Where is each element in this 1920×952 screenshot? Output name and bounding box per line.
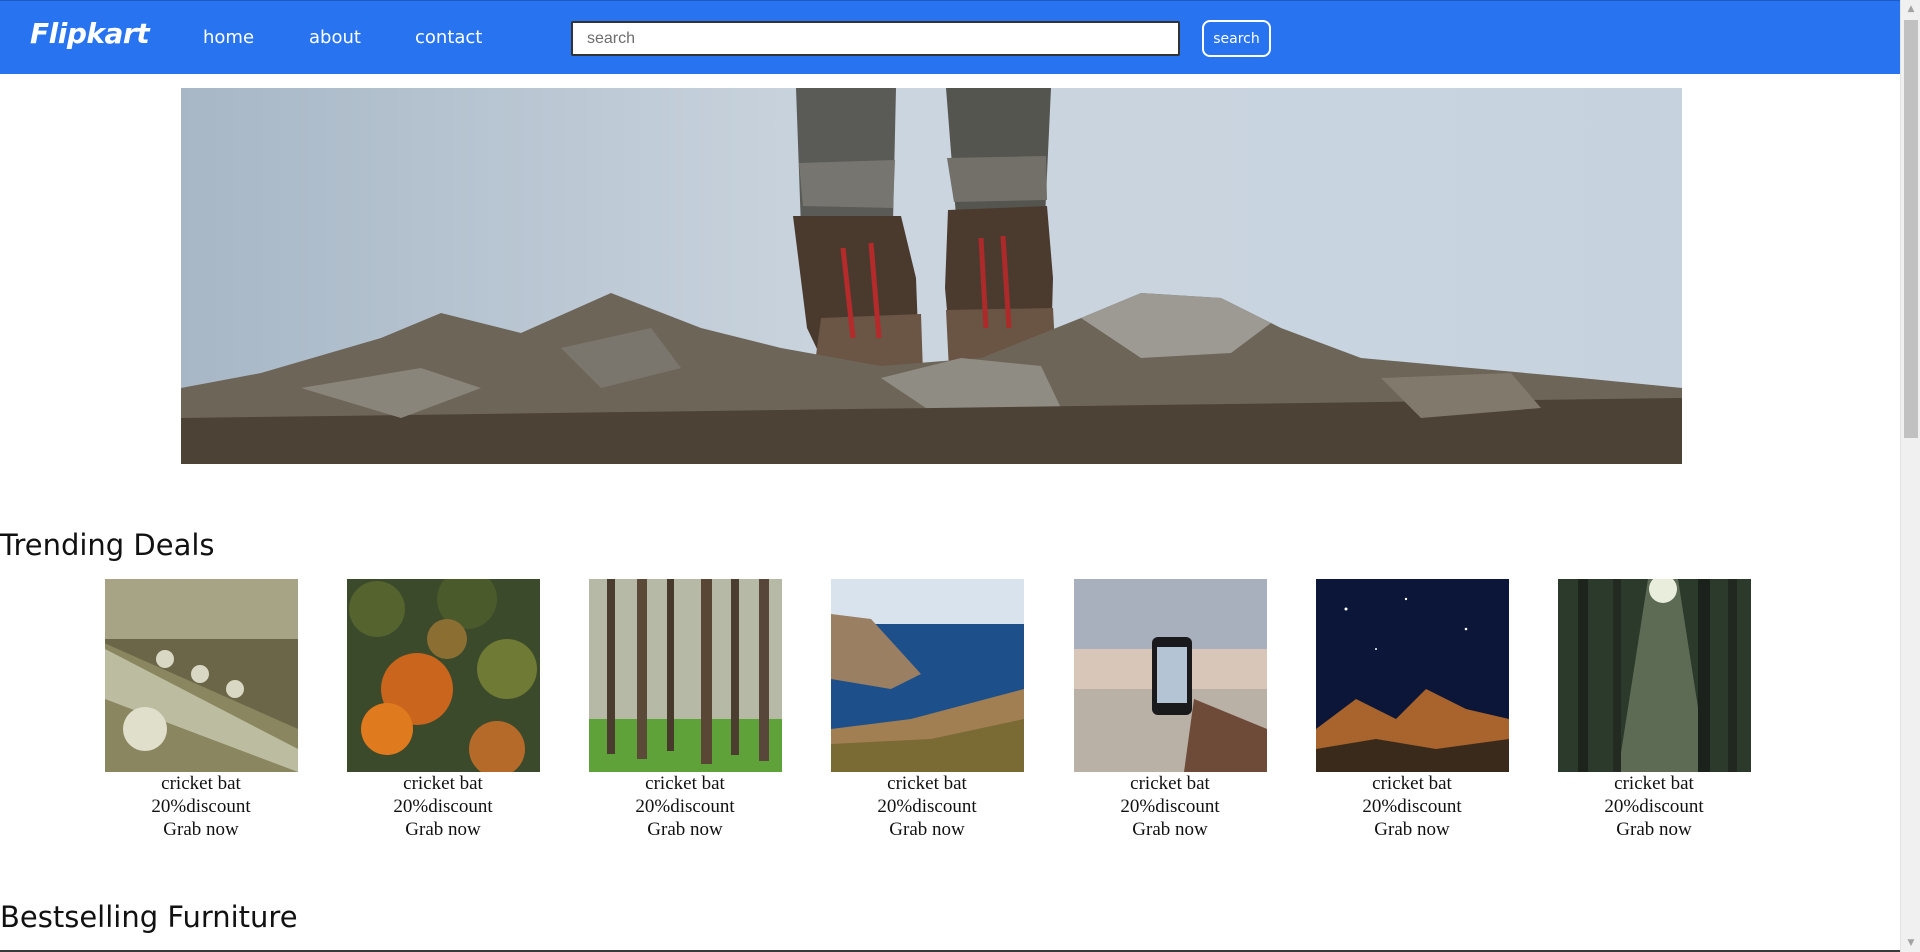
hero-banner-image xyxy=(181,88,1682,464)
deal-image-pine-forest[interactable] xyxy=(588,579,782,772)
deal-name: cricket bat xyxy=(887,773,967,794)
bestselling-furniture-heading: Bestselling Furniture xyxy=(0,900,298,934)
search-button[interactable]: search xyxy=(1202,20,1271,57)
deal-name: cricket bat xyxy=(1614,773,1694,794)
scrollbar-thumb[interactable] xyxy=(1904,20,1918,438)
grab-now-link[interactable]: Grab now xyxy=(588,818,782,841)
scroll-down-arrow-icon[interactable]: ▼ xyxy=(1901,934,1920,952)
nav-link-about[interactable]: about xyxy=(309,27,361,48)
deal-card[interactable]: cricket bat 20%discount Grab now xyxy=(588,579,782,841)
grab-now-link[interactable]: Grab now xyxy=(1557,818,1751,841)
deal-image-coastal-cliffs[interactable] xyxy=(830,579,1024,772)
deal-card[interactable]: cricket bat 20%discount Grab now xyxy=(1557,579,1751,841)
deal-card[interactable]: cricket bat 20%discount Grab now xyxy=(104,579,298,841)
deal-image-guitar[interactable] xyxy=(104,579,298,772)
deal-discount: 20%discount xyxy=(393,796,493,817)
grab-now-link[interactable]: Grab now xyxy=(830,818,1024,841)
nav-link-contact[interactable]: contact xyxy=(415,27,482,48)
page-viewport: Flipkart home about contact search searc… xyxy=(0,0,1900,952)
navbar: Flipkart home about contact search xyxy=(0,0,1900,74)
deal-discount: 20%discount xyxy=(635,796,735,817)
deal-discount: 20%discount xyxy=(151,796,251,817)
deal-image-night-mountains[interactable] xyxy=(1315,579,1509,772)
deal-image-phone-sunset[interactable] xyxy=(1073,579,1267,772)
grab-now-link[interactable]: Grab now xyxy=(1315,818,1509,841)
brand-logo[interactable]: Flipkart xyxy=(30,17,150,50)
deal-card[interactable]: cricket bat 20%discount Grab now xyxy=(346,579,540,841)
deal-discount: 20%discount xyxy=(1362,796,1462,817)
vertical-scrollbar[interactable]: ▲ ▼ xyxy=(1900,0,1920,952)
deal-image-autumn-forest[interactable] xyxy=(346,579,540,772)
grab-now-link[interactable]: Grab now xyxy=(104,818,298,841)
deal-card[interactable]: cricket bat 20%discount Grab now xyxy=(1315,579,1509,841)
search-input[interactable] xyxy=(571,21,1180,56)
deal-image-misty-forest[interactable] xyxy=(1557,579,1751,772)
deal-card[interactable]: cricket bat 20%discount Grab now xyxy=(1073,579,1267,841)
deal-name: cricket bat xyxy=(1372,773,1452,794)
deal-discount: 20%discount xyxy=(877,796,977,817)
grab-now-link[interactable]: Grab now xyxy=(346,818,540,841)
deal-name: cricket bat xyxy=(161,773,241,794)
deal-discount: 20%discount xyxy=(1604,796,1704,817)
deal-discount: 20%discount xyxy=(1120,796,1220,817)
trending-deals-heading: Trending Deals xyxy=(0,528,215,562)
deal-name: cricket bat xyxy=(1130,773,1210,794)
scroll-up-arrow-icon[interactable]: ▲ xyxy=(1901,0,1920,18)
deal-name: cricket bat xyxy=(403,773,483,794)
grab-now-link[interactable]: Grab now xyxy=(1073,818,1267,841)
deal-name: cricket bat xyxy=(645,773,725,794)
deal-card[interactable]: cricket bat 20%discount Grab now xyxy=(830,579,1024,841)
nav-link-home[interactable]: home xyxy=(203,27,254,48)
